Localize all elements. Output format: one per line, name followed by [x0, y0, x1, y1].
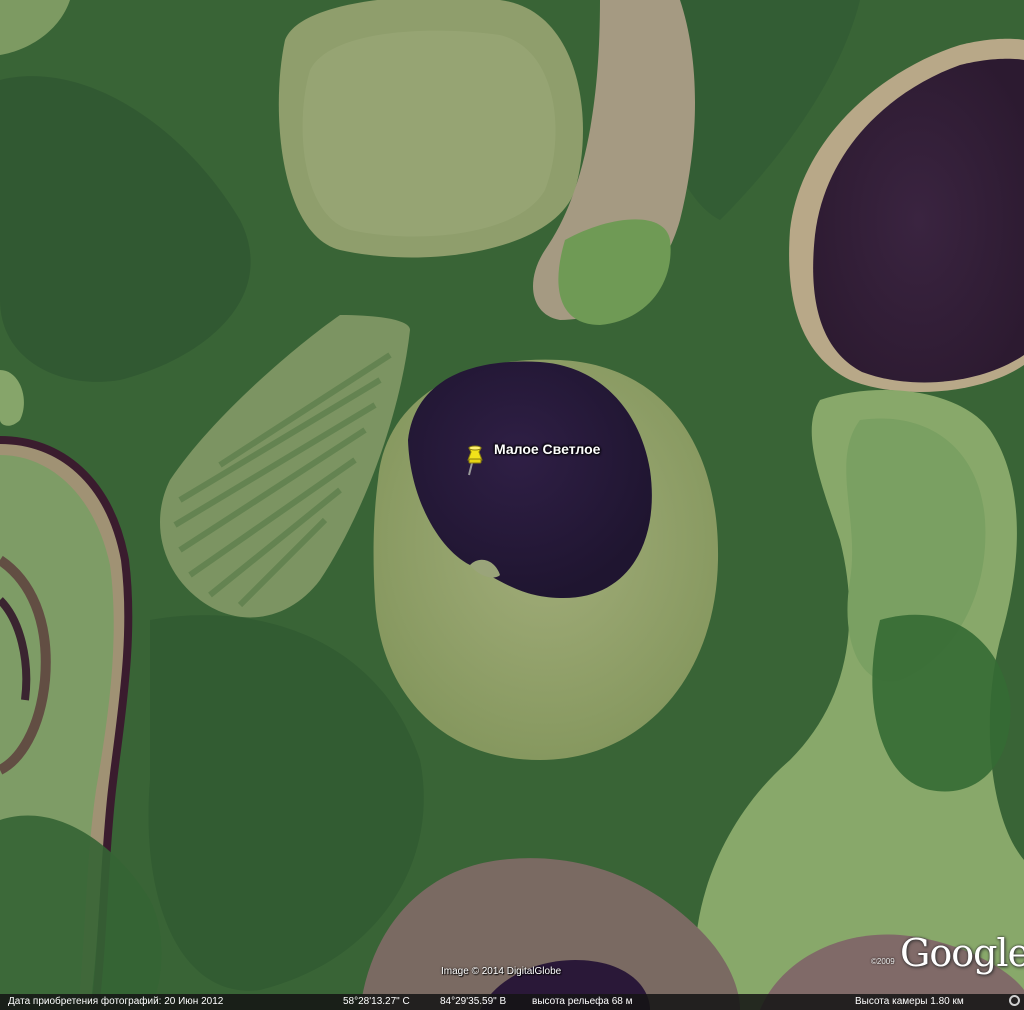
imagery-copyright: Image © 2014 DigitalGlobe	[441, 966, 562, 977]
satellite-map[interactable]	[0, 0, 1024, 1010]
status-bar: Дата приобретения фотографий: 20 Июн 201…	[0, 994, 1024, 1010]
eye-altitude-readout: Высота камеры 1.80 км	[855, 996, 964, 1007]
google-logo: Google	[900, 931, 1024, 975]
streaming-status-icon[interactable]	[1009, 995, 1020, 1006]
capture-date: Дата приобретения фотографий: 20 Июн 201…	[8, 996, 224, 1007]
logo-year: ©2009	[871, 957, 895, 966]
elevation-readout: высота рельефа 68 м	[532, 996, 633, 1007]
yellow-pushpin-icon[interactable]	[462, 443, 490, 477]
latitude-readout: 58°28'13.27" С	[343, 996, 410, 1007]
longitude-readout: 84°29'35.59" В	[440, 996, 507, 1007]
placemark-label[interactable]: Малое Светлое	[494, 441, 600, 457]
